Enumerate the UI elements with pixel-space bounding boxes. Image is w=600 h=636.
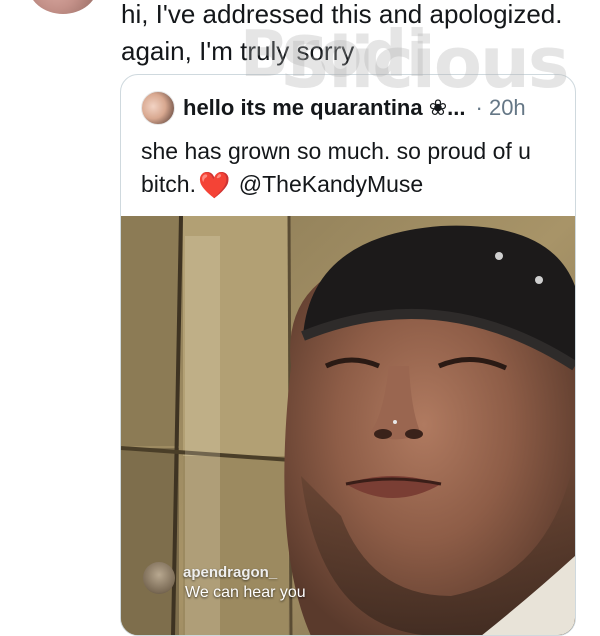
quoted-tweet-time[interactable]: · 20h (476, 95, 526, 121)
quoted-author-name[interactable]: hello its me quarantina ❀... (183, 95, 466, 121)
quoted-tweet-text: she has grown so much. so proud of u bit… (141, 135, 561, 202)
overlay-comment: We can hear you (185, 584, 306, 601)
quoted-tweet-header: hello its me quarantina ❀... · 20h (141, 91, 571, 125)
comment-avatar (143, 562, 175, 594)
mention-link[interactable]: @TheKandyMuse (239, 171, 423, 197)
author-avatar[interactable] (28, 0, 98, 14)
tweet-text: hi, I've addressed this and apologized. … (121, 0, 563, 66)
quoted-tweet-video[interactable]: apendragon_ We can hear you (121, 216, 575, 635)
quoted-author-avatar[interactable] (141, 91, 175, 125)
red-heart-icon: ❤️ (197, 170, 231, 200)
quoted-tweet-card[interactable]: hello its me quarantina ❀... · 20h she h… (120, 74, 576, 636)
overlay-username: apendragon_ (183, 564, 278, 581)
